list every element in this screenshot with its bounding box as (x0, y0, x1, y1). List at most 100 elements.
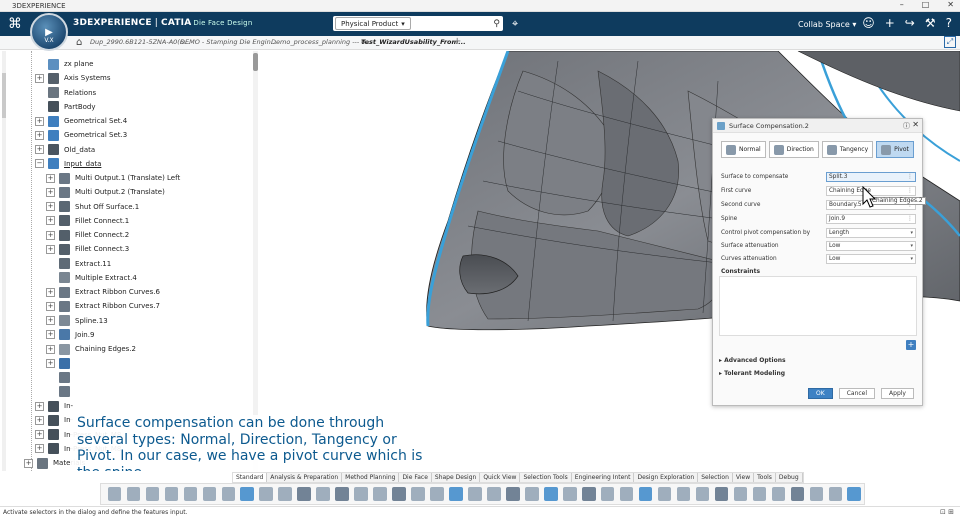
toolbar-command-icon[interactable] (828, 487, 843, 501)
tree-expander[interactable]: + (24, 458, 33, 468)
tree-item[interactable]: + Geometrical Set.3 (35, 129, 127, 141)
advanced-options-toggle[interactable]: ▸ Advanced Options (719, 357, 786, 364)
tree-item[interactable]: + Spline.13 (46, 315, 108, 327)
tree-scrollbar-left[interactable] (2, 51, 6, 471)
fullscreen-icon[interactable]: ⤢ (944, 36, 956, 48)
toolbar-command-icon[interactable] (316, 487, 330, 501)
dialog-combo[interactable]: Low ▾ (826, 240, 916, 251)
tree-expander[interactable]: + (35, 73, 44, 83)
close-icon[interactable]: ✕ (912, 120, 919, 129)
action-tab[interactable]: Tools (754, 473, 776, 482)
tab-doc-1[interactable]: Dup_2990.6B121-5ZNA-A0(6... (90, 38, 190, 46)
tree-item[interactable]: + Fillet Connect.3 (46, 243, 129, 255)
surface-compensation-dialog[interactable]: Surface Compensation.2 ⓘ ✕ Normal Direct… (712, 118, 923, 406)
action-tab[interactable]: Standard (233, 473, 268, 482)
toolbar-command-icon[interactable] (335, 487, 349, 501)
action-tab[interactable]: Selection (698, 473, 733, 482)
chevron-down-icon[interactable]: ▾ (910, 256, 913, 262)
tree-item[interactable]: + In- (35, 414, 73, 426)
toolbar-command-icon[interactable] (373, 487, 387, 501)
search-bar[interactable]: Physical Product ▾ ⚲ (333, 16, 503, 31)
tree-expander[interactable]: + (35, 415, 44, 425)
toolbar-command-icon[interactable] (354, 487, 368, 501)
collab-space-dropdown[interactable]: Collab Space ▾ (798, 20, 856, 29)
action-tab[interactable]: Shape Design (432, 473, 481, 482)
more-options-icon[interactable]: ⋮ (907, 187, 913, 194)
toolbar-command-icon[interactable] (581, 487, 596, 501)
tree-expander[interactable]: + (46, 330, 55, 340)
chevron-down-icon[interactable]: ▾ (910, 243, 913, 249)
tag-icon[interactable]: ⌖ (512, 17, 518, 31)
apply-button[interactable]: Apply (881, 388, 914, 399)
tree-expander[interactable]: + (35, 444, 44, 454)
toolbar-command-icon[interactable] (676, 487, 691, 501)
info-icon[interactable]: ⓘ (903, 121, 910, 131)
toolbar-command-icon[interactable] (600, 487, 615, 501)
toolbar-command-icon[interactable] (771, 487, 786, 501)
toolbar-command-icon[interactable] (525, 487, 539, 501)
minimize-button[interactable]: – (900, 0, 904, 9)
toolbar-command-icon[interactable] (145, 487, 160, 501)
help-icon[interactable]: ? (946, 16, 952, 30)
tree-expander[interactable]: + (46, 187, 55, 197)
cancel-button[interactable]: Cancel (838, 388, 876, 399)
tree-item[interactable] (46, 386, 75, 398)
tree-item[interactable]: + Shut Off Surface.1 (46, 201, 139, 213)
user-icon[interactable]: ☺ (862, 16, 875, 30)
tree-expander[interactable]: + (35, 145, 44, 154)
tree-expander[interactable]: + (46, 344, 55, 354)
action-tab[interactable]: Analysis & Preparation (267, 473, 343, 482)
more-options-icon[interactable]: ⋮ (907, 173, 913, 180)
more-options-icon[interactable]: ⋮ (907, 215, 913, 222)
ok-button[interactable]: OK (808, 388, 833, 399)
tree-item[interactable]: + Chaining Edges.2 (46, 343, 136, 355)
toolbar-command-icon[interactable] (183, 487, 198, 501)
chevron-down-icon[interactable]: ▾ (910, 230, 913, 236)
toolbar-command-icon[interactable] (562, 487, 577, 501)
tree-item[interactable]: − Input_data (35, 158, 101, 170)
toolbar-command-icon[interactable] (240, 487, 255, 501)
tab-doc-2[interactable]: DEMO - Stamping Die Engin... (180, 38, 277, 46)
tab-doc-3[interactable]: Demo_process_planning --- 0... (271, 38, 372, 46)
tree-item[interactable]: + Old_data (35, 144, 95, 156)
toolbar-command-icon[interactable] (107, 487, 122, 501)
type-direction-button[interactable]: Direction (768, 141, 819, 158)
tree-item[interactable]: + Geometrical Set.4 (35, 115, 127, 127)
dialog-combo[interactable]: Low ▾ (826, 253, 916, 264)
toolbar-command-icon[interactable] (449, 487, 463, 501)
home-icon[interactable]: ⌂ (76, 37, 82, 48)
toolbar-command-icon[interactable] (638, 487, 653, 501)
action-tab[interactable]: Quick View (480, 473, 521, 482)
add-constraint-button[interactable]: + (906, 340, 916, 350)
toolbar-command-icon[interactable] (619, 487, 634, 501)
toolbar-command-icon[interactable] (278, 487, 292, 501)
tree-expander[interactable]: + (46, 301, 55, 311)
tree-item[interactable]: + Multi Output.2 (Translate) (46, 186, 165, 198)
tree-expander[interactable]: + (35, 401, 44, 411)
type-pivot-button[interactable]: Pivot (876, 141, 914, 158)
dialog-combo[interactable]: Length ▾ (826, 227, 916, 238)
action-tab[interactable]: Method Planning (342, 473, 400, 482)
action-tab[interactable]: Selection Tools (520, 473, 572, 482)
ds-logo-icon[interactable]: ⌘ (8, 16, 22, 32)
action-tab[interactable]: Die Face (399, 473, 432, 482)
toolbar-command-icon[interactable] (790, 487, 805, 501)
tree-item[interactable]: + Extract Ribbon Curves.6 (46, 286, 160, 298)
type-tangency-button[interactable]: Tangency (821, 141, 874, 158)
action-tab[interactable]: View (733, 473, 755, 482)
toolbar-command-icon[interactable] (297, 487, 311, 501)
dialog-selector[interactable]: Join.9 ⋮ (826, 213, 916, 224)
tree-item[interactable]: Multiple Extract.4 (46, 272, 137, 284)
tree-expander[interactable]: + (46, 244, 55, 254)
close-window-button[interactable]: ✕ (947, 0, 954, 9)
tree-expander[interactable]: + (46, 287, 55, 297)
action-tab[interactable]: Debug (776, 473, 803, 482)
tolerant-modeling-toggle[interactable]: ▸ Tolerant Modeling (719, 370, 785, 377)
toolbar-command-icon[interactable] (543, 487, 558, 501)
tree-expander[interactable]: + (35, 430, 44, 439)
tree-item[interactable]: + (46, 357, 75, 369)
toolbar-command-icon[interactable] (411, 487, 425, 501)
tree-item[interactable]: + Extract Ribbon Curves.7 (46, 300, 160, 312)
tree-expander[interactable]: + (46, 358, 55, 368)
type-normal-button[interactable]: Normal (721, 141, 766, 158)
